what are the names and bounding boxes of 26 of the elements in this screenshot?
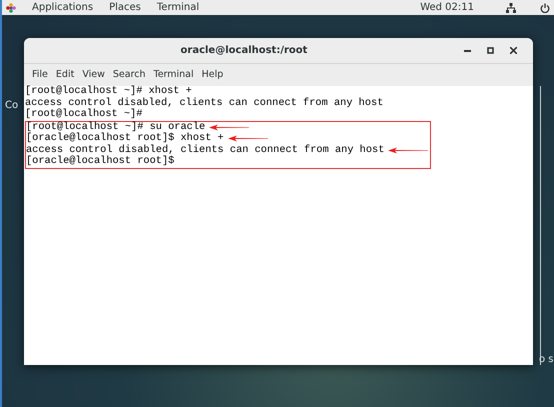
top-menu[interactable]: Places <box>109 0 141 15</box>
menu-item[interactable]: File <box>32 68 48 82</box>
power-icon[interactable] <box>540 2 550 12</box>
terminal-line: [oracle@localhost root]$ xhost + <box>26 133 224 144</box>
close-icon[interactable] <box>510 47 517 54</box>
logo-icon[interactable] <box>6 2 16 12</box>
clock[interactable]: Wed 02:11 <box>420 0 474 15</box>
window-title: oracle@localhost:/root <box>180 44 308 58</box>
terminal-line: access control disabled, clients can connect from any host <box>26 144 384 156</box>
scrollbar[interactable] <box>540 86 542 365</box>
menu-item[interactable]: Search <box>112 68 146 82</box>
minimize-icon[interactable] <box>464 50 471 52</box>
desktop-label: Co <box>5 99 18 113</box>
menu-item[interactable]: View <box>82 68 105 82</box>
terminal-line: [oracle@localhost root]$ <box>26 156 174 168</box>
maximize-icon[interactable] <box>487 47 494 54</box>
menu-item[interactable]: Terminal <box>154 68 194 82</box>
top-menu[interactable]: Applications <box>32 0 94 15</box>
top-menu[interactable]: Terminal <box>156 0 200 15</box>
terminal-line: access control disabled, clients can connect from any host <box>25 98 384 108</box>
menu-item[interactable]: Edit <box>56 68 74 82</box>
terminal-line: [root@localhost ~]# su oracle <box>26 122 206 132</box>
terminal-line: [root@localhost ~]# <box>25 109 142 120</box>
menu-item[interactable]: Help <box>202 68 224 82</box>
network-icon[interactable] <box>506 2 516 12</box>
terminal-line: [root@localhost ~]# xhost + <box>25 86 192 98</box>
